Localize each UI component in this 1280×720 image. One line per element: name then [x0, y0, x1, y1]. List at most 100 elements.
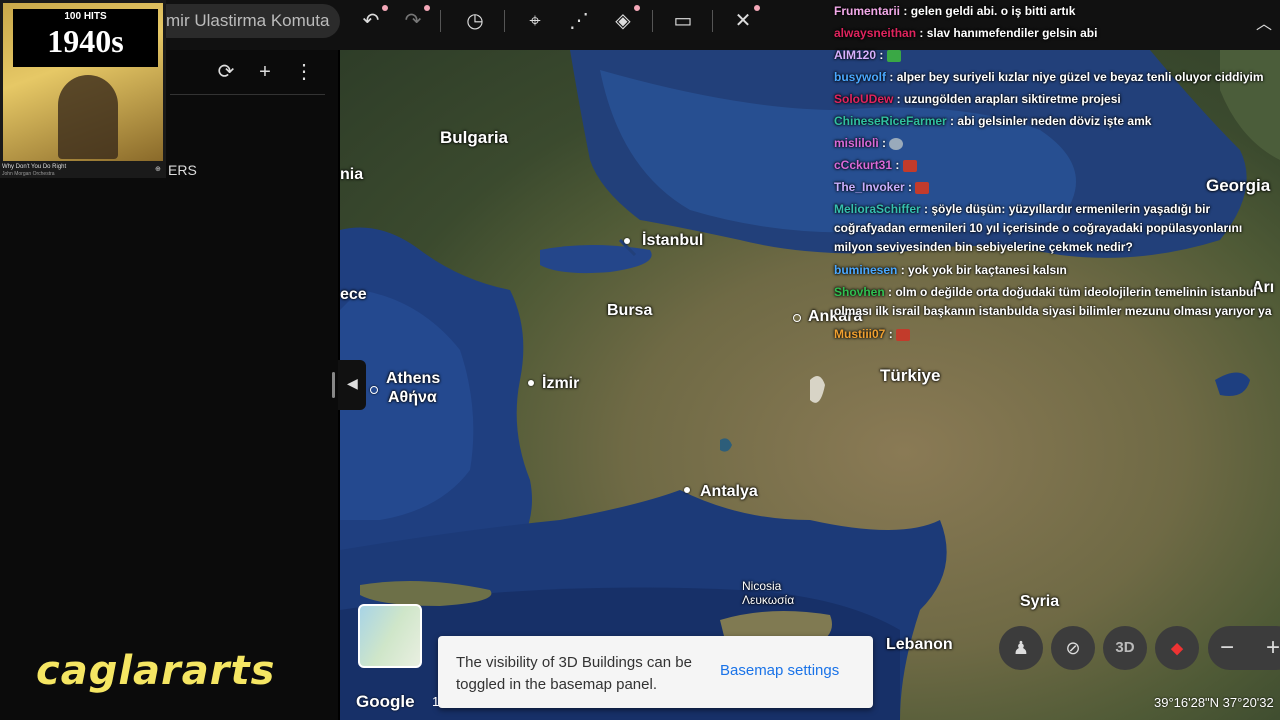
- layers-icon[interactable]: ◈: [610, 5, 640, 34]
- album-figure: [58, 75, 118, 159]
- antalya-dot: [684, 487, 690, 493]
- emote-icon: [896, 328, 911, 341]
- path-icon[interactable]: ⋰: [566, 8, 592, 34]
- athens-dot: [370, 386, 378, 394]
- chat-text: slav hanımefendiler gelsin abi: [926, 26, 1098, 40]
- emote-icon: [902, 159, 917, 172]
- zoom-out-button[interactable]: −: [1220, 626, 1234, 670]
- chat-message: alwaysneithan : slav hanımefendiler gels…: [834, 26, 1098, 40]
- chat-username[interactable]: cCckurt31: [834, 158, 892, 172]
- toolbar-divider: [440, 10, 441, 32]
- history-icon[interactable]: ◷: [462, 8, 488, 34]
- emote-icon: [889, 137, 904, 150]
- refresh-icon[interactable]: ⟳: [214, 60, 238, 84]
- add-icon[interactable]: +: [253, 60, 277, 84]
- chat-message: Mustiii07 :: [834, 323, 1280, 345]
- chat-message: ChineseRiceFarmer : abi gelsinler neden …: [834, 114, 1152, 128]
- label-lefkosia: Λευκωσία: [742, 593, 795, 607]
- chat-message: SoloUDew : uzungölden arapları siktiretm…: [834, 92, 1121, 106]
- album-hits: 100 HITS: [64, 11, 107, 22]
- chat-username[interactable]: buminesen: [834, 263, 897, 277]
- chat-username[interactable]: Mustiii07: [834, 327, 885, 341]
- folder-label[interactable]: ERS: [168, 162, 197, 178]
- scale-label: 1: [432, 694, 440, 709]
- panel-divider: [170, 94, 325, 95]
- options-icon[interactable]: ⊕: [155, 165, 161, 173]
- label-bursa: Bursa: [607, 302, 653, 319]
- label-antalya: Antalya: [700, 483, 758, 500]
- chat-message: cCckurt31 :: [834, 154, 1280, 176]
- coordinates-readout: 39°16'28"N 37°20'32: [1154, 695, 1274, 710]
- undo-icon[interactable]: ↶: [358, 5, 388, 34]
- chat-text: gelen geldi abi. o iş bitti artık: [910, 4, 1076, 18]
- chat-username[interactable]: MelioraSchiffer: [834, 202, 921, 216]
- label-syria: Syria: [1020, 593, 1060, 610]
- toggle-3d-button[interactable]: 3D: [1103, 626, 1147, 670]
- label-lebanon: Lebanon: [886, 636, 953, 653]
- chat-username[interactable]: Frumentarii: [834, 4, 900, 18]
- label-nia: nia: [340, 166, 364, 183]
- rotate-off-icon[interactable]: ⊘: [1051, 626, 1095, 670]
- chat-text: alper bey suriyeli kızlar niye güzel ve …: [896, 70, 1264, 84]
- chat-username[interactable]: ChineseRiceFarmer: [834, 114, 947, 128]
- chat-username[interactable]: AIM120: [834, 48, 876, 62]
- chat-message: AIM120 :: [834, 44, 1280, 66]
- basemap-settings-button[interactable]: Basemap settings: [720, 662, 839, 679]
- chat-text: yok yok bir kaçtanesi kalsın: [908, 263, 1067, 277]
- chat-text: olm o değilde orta doğudaki tüm ideoloji…: [834, 285, 1272, 318]
- istanbul-dot: [624, 238, 630, 244]
- minimap-thumbnail[interactable]: [358, 604, 422, 668]
- label-istanbul: İstanbul: [642, 232, 704, 249]
- search-box[interactable]: mir Ulastirma Komuta: [150, 4, 340, 38]
- label-greece: ece: [340, 286, 367, 303]
- google-logo: Google: [356, 692, 415, 711]
- tools-icon[interactable]: ✕: [730, 5, 760, 34]
- chat-message: MelioraSchiffer : şöyle düşün: yüzyıllar…: [834, 202, 1243, 254]
- chat-text: abi gelsinler neden döviz işte amk: [957, 114, 1152, 128]
- redo-icon[interactable]: ↷: [400, 5, 430, 34]
- chat-text: uzungölden arapları siktiretme projesi: [904, 92, 1121, 106]
- emote-icon: [886, 49, 901, 62]
- chat-message: Frumentarii : gelen geldi abi. o iş bitt…: [834, 4, 1076, 18]
- collapse-panel-button[interactable]: ◀: [332, 360, 366, 410]
- label-izmir: İzmir: [542, 375, 580, 392]
- zoom-control: − +: [1208, 626, 1280, 670]
- emote-icon: [915, 181, 930, 194]
- chat-message: buminesen : yok yok bir kaçtanesi kalsın: [834, 263, 1067, 277]
- label-nicosia: Nicosia: [742, 579, 782, 593]
- basemap-toast: The visibility of 3D Buildings can be to…: [438, 636, 873, 708]
- chat-username[interactable]: alwaysneithan: [834, 26, 916, 40]
- label-bulgaria: Bulgaria: [440, 128, 509, 147]
- label-turkiye: Türkiye: [880, 366, 941, 385]
- chat-message: The_Invoker :: [834, 176, 1280, 198]
- chat-username[interactable]: SoloUDew: [834, 92, 893, 106]
- toolbar-divider: [652, 10, 653, 32]
- track-title: Why Don't You Do Right: [2, 164, 67, 170]
- chat-message: mislilolì :: [834, 132, 1280, 154]
- album-art: 100 HITS 1940s: [3, 3, 163, 161]
- chat-message: busywolf : alper bey suriyeli kızlar niy…: [834, 70, 1264, 84]
- compass-icon[interactable]: ⬥: [1155, 626, 1199, 670]
- toolbar-divider: [504, 10, 505, 32]
- more-vert-icon[interactable]: ⋮: [292, 60, 316, 84]
- ankara-dot: [793, 314, 801, 322]
- ruler-icon[interactable]: ▭: [670, 8, 696, 34]
- chat-username[interactable]: The_Invoker: [834, 180, 905, 194]
- izmir-dot: [528, 380, 534, 386]
- watermark: caglararts: [36, 648, 276, 694]
- album-year: 1940s: [47, 23, 124, 59]
- zoom-in-button[interactable]: +: [1266, 626, 1280, 670]
- chat-overlay: Frumentarii : gelen geldi abi. o iş bitt…: [834, 0, 1280, 345]
- label-athina: Αθήνα: [388, 389, 437, 406]
- label-athens: Athens: [386, 370, 441, 387]
- now-playing-card: 100 HITS 1940s Why Don't You Do Right Jo…: [0, 0, 166, 178]
- track-artist: John Morgan Orchestra: [2, 171, 55, 177]
- chat-username[interactable]: Shovhen: [834, 285, 885, 299]
- chat-username[interactable]: mislilolì: [834, 136, 879, 150]
- chat-username[interactable]: busywolf: [834, 70, 886, 84]
- pin-icon[interactable]: ⌖: [522, 8, 548, 34]
- pegman-icon[interactable]: ♟: [999, 626, 1043, 670]
- chevron-left-icon: ◀: [347, 375, 358, 391]
- chat-message: Shovhen : olm o değilde orta doğudaki tü…: [834, 285, 1272, 318]
- drag-handle[interactable]: [332, 372, 335, 398]
